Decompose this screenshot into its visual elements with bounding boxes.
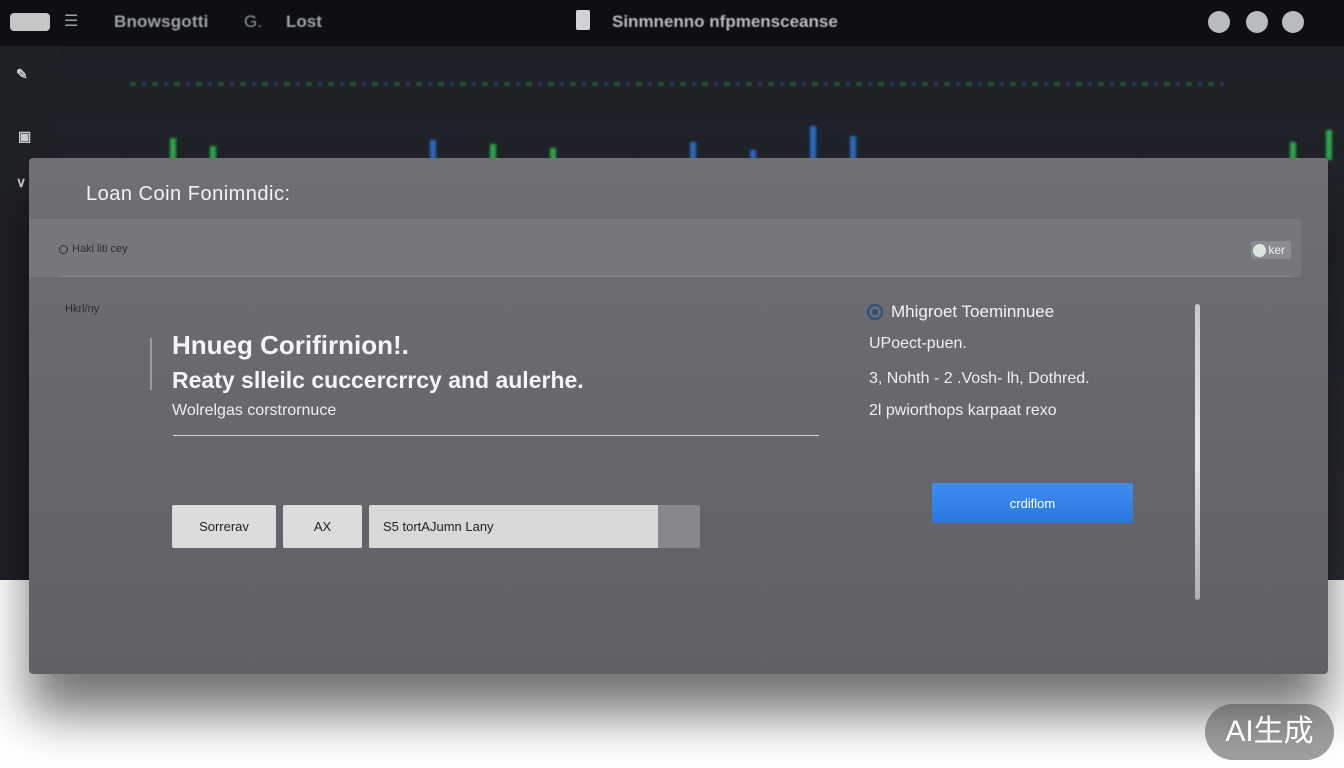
confirmation-subtext: Wolrelgas corstrornuce bbox=[172, 402, 337, 419]
details-line: 3, Nohth - 2 .Vosh- lh, Dothred. bbox=[869, 370, 1090, 387]
field-dropdown[interactable] bbox=[658, 505, 700, 548]
chart-bar bbox=[430, 140, 436, 160]
subheader-info: Haki liti cey bbox=[59, 243, 128, 255]
ax-button[interactable]: AX bbox=[283, 505, 362, 548]
loan-confirmation-dialog: Loan Coin Fonimndic: Haki liti cey ker H… bbox=[29, 158, 1328, 674]
left-caption: Hkrl/ny bbox=[65, 303, 100, 315]
chart-ticker-line bbox=[130, 82, 1230, 86]
subheader-toggle[interactable]: ker bbox=[1251, 241, 1291, 259]
scrollbar[interactable] bbox=[1195, 304, 1200, 600]
app-logo bbox=[10, 13, 50, 31]
subheader-label: Haki liti cey bbox=[72, 243, 128, 255]
subheader-divider bbox=[61, 276, 1293, 277]
document-icon bbox=[576, 10, 590, 30]
content-divider bbox=[173, 435, 819, 436]
subheader-toggle-label: ker bbox=[1268, 243, 1285, 257]
screen: ☰ Bnowsgotti G. Lost Sinmnenno nfpmensce… bbox=[0, 0, 1344, 768]
window-title: Sinmnenno nfpmensceanse bbox=[612, 12, 838, 31]
top-bar: ☰ Bnowsgotti G. Lost Sinmnenno nfpmensce… bbox=[0, 0, 1344, 46]
ai-generated-badge: AI生成 bbox=[1205, 704, 1334, 760]
chart-bar bbox=[810, 126, 816, 160]
grid-icon[interactable]: ▣ bbox=[18, 128, 31, 145]
confirmation-message: Reaty slleilc cuccercrrcy and aulerhe. bbox=[172, 367, 584, 393]
user-icon[interactable] bbox=[1282, 11, 1304, 33]
left-rule bbox=[150, 338, 152, 390]
menu-icon[interactable]: ☰ bbox=[64, 14, 94, 30]
notification-icon[interactable] bbox=[1208, 11, 1230, 33]
cloud-icon[interactable] bbox=[1246, 11, 1268, 33]
chart-bar bbox=[1326, 130, 1332, 160]
dialog-subheader: Haki liti cey ker bbox=[29, 219, 1301, 277]
brand-name: Bnowsgotti bbox=[114, 12, 209, 31]
details-line: 2l pwiorthops karpaat rexo bbox=[869, 402, 1057, 419]
details-line: UPoect-puen. bbox=[869, 335, 967, 352]
dialog-title: Loan Coin Fonimndic: bbox=[86, 183, 291, 205]
chevron-icon[interactable]: ∨ bbox=[16, 174, 26, 191]
details-title-text: Mhigroet Toeminnuee bbox=[891, 302, 1055, 321]
bulb-icon bbox=[1253, 243, 1267, 257]
radio-icon[interactable] bbox=[867, 304, 883, 320]
confirm-button[interactable]: crdiflom bbox=[932, 483, 1133, 523]
info-icon bbox=[59, 244, 68, 254]
amount-field[interactable]: S5 tortAJumn Lany bbox=[369, 505, 658, 548]
nav-item-g[interactable]: G. bbox=[244, 12, 262, 32]
chart-bar bbox=[850, 136, 856, 160]
details-title: Mhigroet Toeminnuee bbox=[867, 302, 1054, 322]
confirmation-heading: Hnueg Corifirnion!. bbox=[172, 330, 409, 360]
chart-bar bbox=[170, 138, 176, 160]
nav-item-lost[interactable]: Lost bbox=[286, 12, 322, 32]
secondary-button[interactable]: Sorrerav bbox=[172, 505, 276, 548]
pencil-icon[interactable]: ✎ bbox=[16, 66, 28, 83]
background-chart bbox=[130, 70, 1332, 160]
